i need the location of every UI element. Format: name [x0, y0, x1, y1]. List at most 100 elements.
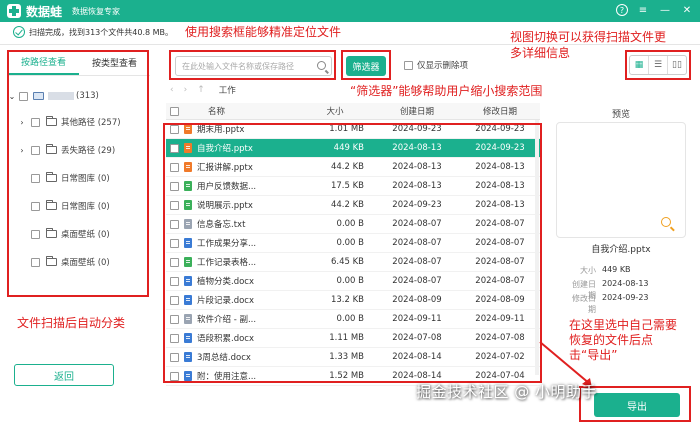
row-checkbox[interactable] [169, 124, 179, 134]
file-docx-icon [184, 276, 192, 286]
preview-title: 预览 [612, 110, 631, 120]
row-checkbox[interactable] [169, 143, 179, 153]
file-size: 0.00 B [336, 238, 364, 248]
header-created[interactable]: 创建日期 [374, 105, 460, 117]
forward-arrow-icon[interactable]: › [184, 85, 188, 95]
folder-icon [46, 200, 57, 210]
table-row[interactable]: 3周总结.docx 1.33 MB 2024-08-14 2024-07-02 [166, 348, 540, 367]
row-checkbox[interactable] [169, 219, 179, 229]
tree-root-count: (313) [76, 91, 99, 101]
up-arrow-icon[interactable]: ↑ [197, 85, 205, 95]
row-checkbox[interactable] [169, 295, 179, 305]
tree-item[interactable]: 日常图库 (0) [31, 198, 110, 214]
file-size: 0.00 B [336, 219, 364, 229]
file-modified: 2024-08-13 [475, 162, 525, 172]
tree-checkbox[interactable] [31, 145, 40, 155]
file-created: 2024-08-07 [392, 257, 442, 267]
header-size[interactable]: 大小 [296, 105, 374, 117]
file-modified: 2024-08-07 [475, 238, 525, 248]
tree-checkbox[interactable] [31, 201, 40, 211]
header-name[interactable]: 名称 [194, 105, 296, 117]
tree-checkbox[interactable] [31, 257, 40, 267]
tree-item[interactable]: 桌面壁纸 (0) [31, 226, 110, 242]
chevron-right-icon[interactable]: › [18, 118, 26, 127]
window-controls: ? ≡ — ✕ [616, 3, 694, 17]
row-checkbox[interactable] [169, 276, 179, 286]
tree-checkbox[interactable] [31, 173, 40, 183]
tab-by-type[interactable]: 按类型查看 [79, 50, 150, 75]
tree-item[interactable]: › 丢失路径 (29) [18, 142, 115, 158]
row-checkbox[interactable] [169, 181, 179, 191]
file-created: 2024-07-08 [392, 333, 442, 343]
table-row[interactable]: 工作成果分享... 0.00 B 2024-08-07 2024-08-07 [166, 234, 540, 253]
preview-pane [556, 122, 686, 238]
table-row[interactable]: 自我介绍.pptx 449 KB 2024-08-13 2024-09-23 [166, 139, 540, 158]
row-checkbox[interactable] [169, 333, 179, 343]
table-row[interactable]: 工作记录表格... 6.45 KB 2024-08-07 2024-08-07 [166, 253, 540, 272]
check-icon [13, 26, 25, 38]
chevron-right-icon[interactable]: › [18, 146, 26, 155]
meta-value: 449 KB [602, 265, 631, 274]
table-row[interactable]: 期末用.pptx 1.01 MB 2024-09-23 2024-09-23 [166, 120, 540, 139]
row-checkbox[interactable] [169, 371, 179, 381]
search-icon[interactable] [317, 61, 326, 70]
help-icon[interactable]: ? [616, 4, 628, 16]
tree-root[interactable]: ⌄ (313) [8, 88, 99, 104]
annotation-view-switch: 视图切换可以获得扫描文件更 多详细信息 [510, 30, 667, 60]
detail-view-icon[interactable]: ▯▯ [668, 56, 686, 74]
row-checkbox[interactable] [169, 352, 179, 362]
table-row[interactable]: 汇报讲解.pptx 44.2 KB 2024-08-13 2024-08-13 [166, 158, 540, 177]
row-checkbox[interactable] [169, 314, 179, 324]
tree-item-label: 桌面壁纸 (0) [61, 258, 110, 268]
table-row[interactable]: 语段积累.docx 1.11 MB 2024-07-08 2024-07-08 [166, 329, 540, 348]
table-row[interactable]: 信息备忘.txt 0.00 B 2024-08-07 2024-08-07 [166, 215, 540, 234]
search-placeholder: 在此处输入文件名称或保存路径 [182, 61, 294, 71]
tree-checkbox[interactable] [31, 229, 40, 239]
close-icon[interactable]: ✕ [680, 3, 694, 17]
menu-icon[interactable]: ≡ [636, 3, 650, 17]
deleted-only-checkbox[interactable] [404, 60, 413, 70]
annotation-filter: “筛选器”能够帮助用户缩小搜索范围 [350, 84, 543, 98]
row-checkbox[interactable] [169, 257, 179, 267]
zoom-icon[interactable] [661, 217, 671, 227]
chevron-down-icon[interactable]: ⌄ [8, 92, 16, 101]
folder-icon [46, 228, 57, 238]
folder-icon [46, 116, 57, 126]
back-button[interactable]: 返回 [14, 364, 114, 386]
tree-root-checkbox[interactable] [19, 91, 28, 101]
header-modified[interactable]: 修改日期 [460, 105, 540, 117]
file-modified: 2024-07-08 [475, 333, 525, 343]
table-scrollbar[interactable] [535, 120, 539, 375]
tab-by-path[interactable]: 按路径查看 [8, 50, 79, 75]
table-row[interactable]: 软件介绍 - 副... 0.00 B 2024-09-11 2024-09-11 [166, 310, 540, 329]
file-name: 语段积累.docx [197, 334, 255, 344]
tree-item[interactable]: 日常图库 (0) [31, 170, 110, 186]
tree-item-label: 日常图库 (0) [61, 174, 110, 184]
table-row[interactable]: 说明展示.pptx 44.2 KB 2024-09-23 2024-08-13 [166, 196, 540, 215]
file-modified: 2024-09-23 [475, 124, 525, 134]
table-row[interactable]: 用户反馈数据... 17.5 KB 2024-08-13 2024-08-13 [166, 177, 540, 196]
row-checkbox[interactable] [169, 238, 179, 248]
tree-item[interactable]: › 其他路径 (257) [18, 114, 121, 130]
file-xlsx-icon [184, 200, 192, 210]
row-checkbox[interactable] [169, 200, 179, 210]
tree-checkbox[interactable] [31, 117, 40, 127]
file-name: 植物分类.docx [197, 277, 255, 287]
select-all-checkbox[interactable] [169, 106, 179, 116]
file-modified: 2024-09-11 [475, 314, 525, 324]
back-arrow-icon[interactable]: ‹ [170, 85, 174, 95]
table-row[interactable]: 片段记录.docx 13.2 KB 2024-08-09 2024-08-09 [166, 291, 540, 310]
filter-button[interactable]: 筛选器 [346, 56, 386, 76]
minimize-icon[interactable]: — [658, 3, 672, 17]
search-input[interactable]: 在此处输入文件名称或保存路径 [175, 56, 332, 76]
deleted-only-toggle[interactable]: 仅显示删除项 [404, 59, 468, 71]
table-row[interactable]: 植物分类.docx 0.00 B 2024-08-07 2024-08-07 [166, 272, 540, 291]
drive-label-masked [48, 92, 74, 100]
file-created: 2024-08-13 [392, 162, 442, 172]
tree-item[interactable]: 桌面壁纸 (0) [31, 254, 110, 270]
export-button[interactable]: 导出 [594, 393, 680, 417]
sidebar-tabs: 按路径查看 按类型查看 [8, 50, 150, 76]
folder-icon [46, 172, 57, 182]
file-modified: 2024-08-07 [475, 257, 525, 267]
row-checkbox[interactable] [169, 162, 179, 172]
